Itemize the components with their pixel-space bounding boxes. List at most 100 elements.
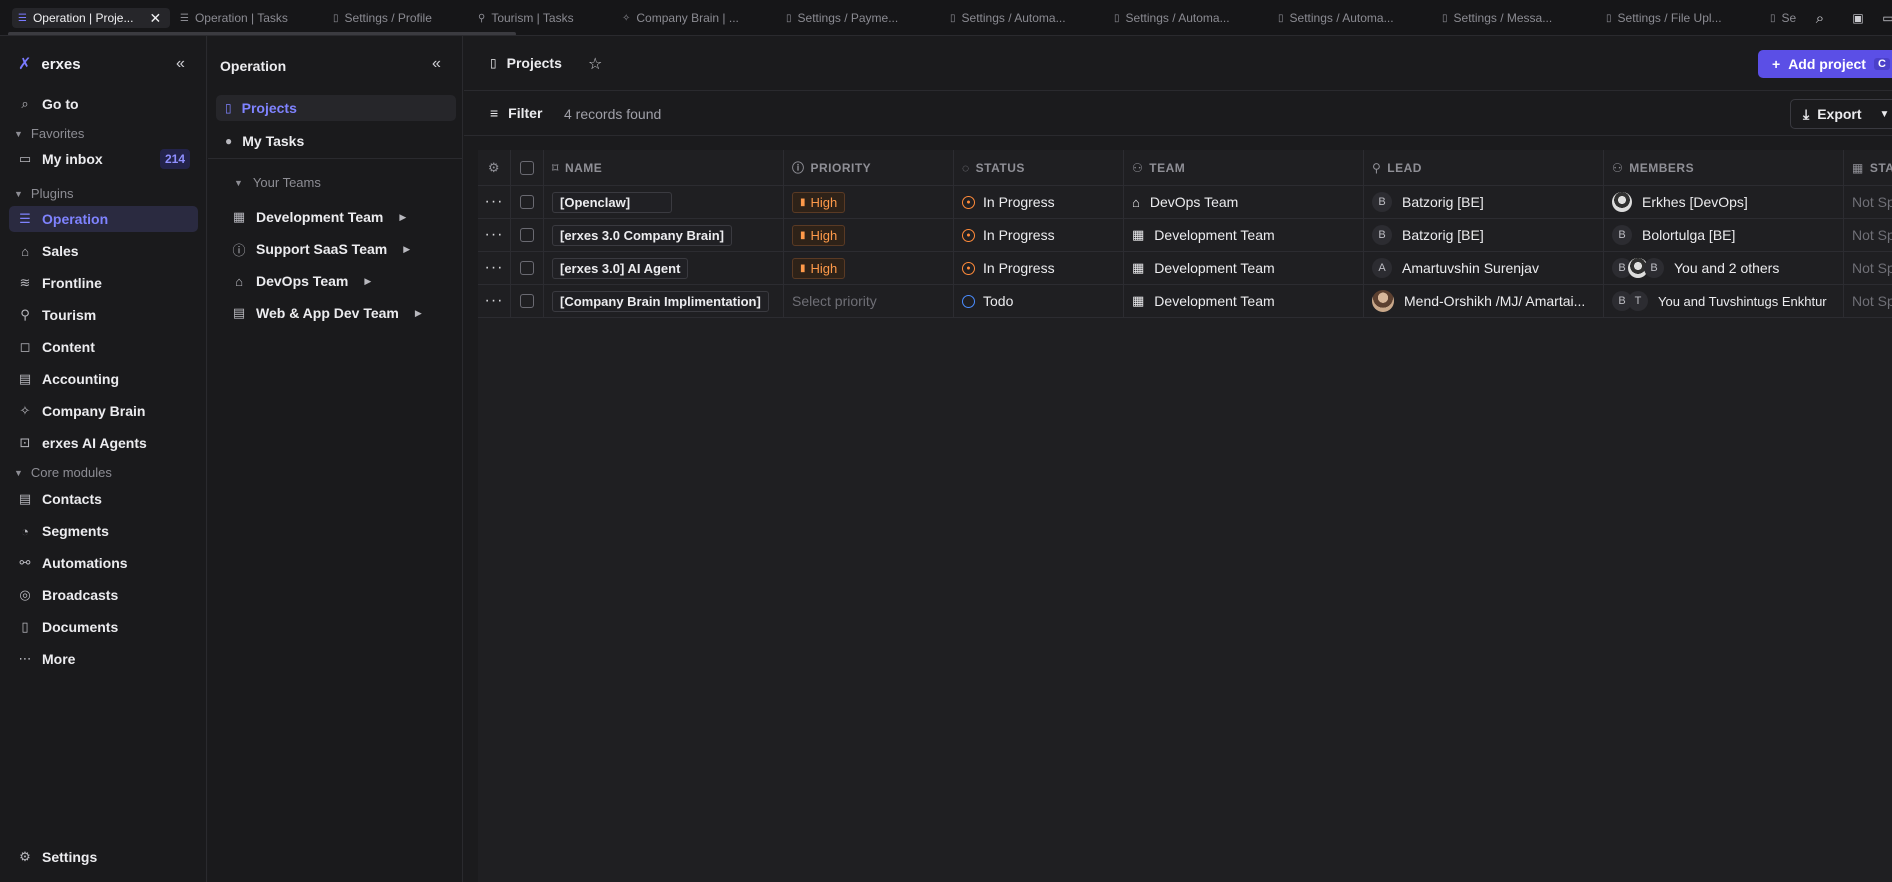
star-icon[interactable]: ☆ xyxy=(588,54,602,74)
column-priority[interactable]: ⓘ PRIORITY xyxy=(784,150,954,185)
favorites-section[interactable]: ▼ Favorites xyxy=(14,126,84,141)
goto-item[interactable]: ⌕ Go to xyxy=(9,91,198,117)
tab-operation-projects[interactable]: ☰ Operation | Proje... ✕ xyxy=(12,8,170,28)
close-icon[interactable]: ✕ xyxy=(149,10,161,27)
priority-cell[interactable]: ▮ High xyxy=(784,186,954,218)
your-teams-section[interactable]: ▼ Your Teams xyxy=(234,175,321,190)
nav-item-ai-agents[interactable]: ⊡ erxes AI Agents xyxy=(9,430,198,456)
nav-item-settings[interactable]: ⚙ Settings xyxy=(9,844,198,870)
nav-item-frontline[interactable]: ≋ Frontline xyxy=(9,270,198,296)
tab-settings-payment[interactable]: ▯ Settings / Payme... xyxy=(786,8,936,28)
column-settings[interactable]: ⚙ xyxy=(478,150,511,185)
priority-cell[interactable]: ▮ High xyxy=(784,219,954,251)
add-project-button[interactable]: + Add project C xyxy=(1758,50,1892,78)
priority-cell[interactable]: ▮ High xyxy=(784,252,954,284)
collapse-sidebar-icon[interactable]: « xyxy=(176,55,185,73)
members-cell[interactable]: Erkhes [DevOps] xyxy=(1604,186,1844,218)
row-actions[interactable]: ··· xyxy=(478,285,511,317)
project-name[interactable]: [erxes 3.0 Company Brain] xyxy=(544,219,784,251)
table-row[interactable]: ··· [erxes 3.0] AI Agent ▮ High ● In Progr… xyxy=(478,252,1892,285)
team-cell[interactable]: ⌂ DevOps Team xyxy=(1124,186,1364,218)
nav-item-accounting[interactable]: ▤ Accounting xyxy=(9,366,198,392)
checkbox[interactable] xyxy=(520,195,534,209)
panel-icon[interactable]: ▭ xyxy=(1878,8,1892,28)
team-devops[interactable]: ⌂ DevOps Team ▶ xyxy=(232,268,371,294)
status-cell[interactable]: ● In Progress xyxy=(954,252,1124,284)
nav-item-segments[interactable]: ◔ Segments xyxy=(9,518,198,544)
nav-item-company-brain[interactable]: ✧ Company Brain xyxy=(9,398,198,424)
nav-item-contacts[interactable]: ▤ Contacts xyxy=(9,486,198,512)
tab-settings-automation-2[interactable]: ▯ Settings / Automa... xyxy=(1114,8,1264,28)
project-name[interactable]: [erxes 3.0] AI Agent xyxy=(544,252,784,284)
archive-icon[interactable]: ▣ xyxy=(1848,8,1868,28)
nav-item-tourism[interactable]: ⚲ Tourism xyxy=(9,302,198,328)
nav-item-content[interactable]: ◻ Content xyxy=(9,334,198,360)
tab-settings-file-upload[interactable]: ▯ Settings / File Upl... xyxy=(1606,8,1756,28)
checkbox[interactable] xyxy=(520,261,534,275)
start-cell[interactable]: Not Sp xyxy=(1844,285,1892,317)
project-name[interactable]: [Openclaw] xyxy=(544,186,784,218)
my-inbox-item[interactable]: ▭ My inbox 214 xyxy=(9,146,198,172)
members-cell[interactable]: B Bolortulga [BE] xyxy=(1604,219,1844,251)
team-support-saas[interactable]: ⓘ Support SaaS Team ▶ xyxy=(232,236,410,262)
nav-item-operation[interactable]: ☰ Operation xyxy=(9,206,198,232)
row-actions[interactable]: ··· xyxy=(478,219,511,251)
search-icon[interactable]: ⌕ xyxy=(1810,8,1830,28)
nav-item-more[interactable]: ⋯ More xyxy=(9,646,198,672)
column-name[interactable]: ⌑ NAME xyxy=(544,150,784,185)
project-name[interactable]: [Company Brain Implimentation] xyxy=(544,285,784,317)
column-start[interactable]: ▦ STA xyxy=(1844,150,1892,185)
team-cell[interactable]: ▦ Development Team xyxy=(1124,285,1364,317)
checkbox[interactable] xyxy=(520,228,534,242)
lead-cell[interactable]: Mend-Orshikh /MJ/ Amartai... xyxy=(1364,285,1604,317)
lead-cell[interactable]: B Batzorig [BE] xyxy=(1364,186,1604,218)
nav-item-automations[interactable]: ⚯ Automations xyxy=(9,550,198,576)
tab-settings-automation-1[interactable]: ▯ Settings / Automa... xyxy=(950,8,1100,28)
row-checkbox[interactable] xyxy=(511,186,544,218)
start-cell[interactable]: Not Sp xyxy=(1844,186,1892,218)
status-cell[interactable]: Todo xyxy=(954,285,1124,317)
status-cell[interactable]: ● In Progress xyxy=(954,186,1124,218)
my-tasks-item[interactable]: ● My Tasks xyxy=(216,128,304,154)
row-checkbox[interactable] xyxy=(511,219,544,251)
tab-tourism-tasks[interactable]: ⚲ Tourism | Tasks xyxy=(478,8,628,28)
lead-cell[interactable]: A Amartuvshin Surenjav xyxy=(1364,252,1604,284)
team-web-app-dev[interactable]: ▤ Web & App Dev Team ▶ xyxy=(232,300,422,326)
export-button[interactable]: ⤓ Export ▼ xyxy=(1790,99,1892,129)
plugins-section[interactable]: ▼ Plugins xyxy=(14,186,74,201)
projects-item[interactable]: ▯ Projects xyxy=(216,95,456,121)
tab-truncated[interactable]: ▯ Se xyxy=(1770,8,1810,28)
team-cell[interactable]: ▦ Development Team xyxy=(1124,252,1364,284)
members-cell[interactable]: B T You and Tuvshintugs Enkhtur xyxy=(1604,285,1844,317)
select-all-checkbox[interactable] xyxy=(511,150,544,185)
checkbox[interactable] xyxy=(520,294,534,308)
nav-item-broadcasts[interactable]: ◎ Broadcasts xyxy=(9,582,198,608)
team-development[interactable]: ▦ Development Team ▶ xyxy=(232,204,406,230)
tab-settings-automation-3[interactable]: ▯ Settings / Automa... xyxy=(1278,8,1428,28)
team-cell[interactable]: ▦ Development Team xyxy=(1124,219,1364,251)
row-actions[interactable]: ··· xyxy=(478,252,511,284)
tab-settings-profile[interactable]: ▯ Settings / Profile xyxy=(333,8,483,28)
nav-item-sales[interactable]: ⌂ Sales xyxy=(9,238,198,264)
lead-cell[interactable]: B Batzorig [BE] xyxy=(1364,219,1604,251)
column-team[interactable]: ⚇ TEAM xyxy=(1124,150,1364,185)
start-cell[interactable]: Not Sp xyxy=(1844,252,1892,284)
row-checkbox[interactable] xyxy=(511,252,544,284)
checkbox[interactable] xyxy=(520,160,534,175)
tab-settings-messages[interactable]: ▯ Settings / Messa... xyxy=(1442,8,1592,28)
column-lead[interactable]: ⚲ LEAD xyxy=(1364,150,1604,185)
status-cell[interactable]: ● In Progress xyxy=(954,219,1124,251)
table-row[interactable]: ··· [Openclaw] ▮ High ● In Progress ⌂ DevOp… xyxy=(478,186,1892,219)
tab-company-brain[interactable]: ✧ Company Brain | ... xyxy=(622,8,772,28)
row-checkbox[interactable] xyxy=(511,285,544,317)
core-modules-section[interactable]: ▼ Core modules xyxy=(14,465,112,480)
column-status[interactable]: ◌ STATUS xyxy=(954,150,1124,185)
column-members[interactable]: ⚇ MEMBERS xyxy=(1604,150,1844,185)
nav-item-documents[interactable]: ▯ Documents xyxy=(9,614,198,640)
priority-cell[interactable]: Select priority xyxy=(784,285,954,317)
start-cell[interactable]: Not Sp xyxy=(1844,219,1892,251)
members-cell[interactable]: B B You and 2 others xyxy=(1604,252,1844,284)
tab-operation-tasks[interactable]: ☰ Operation | Tasks xyxy=(180,8,330,28)
filter-button[interactable]: ≡ Filter xyxy=(490,105,542,121)
row-actions[interactable]: ··· xyxy=(478,186,511,218)
